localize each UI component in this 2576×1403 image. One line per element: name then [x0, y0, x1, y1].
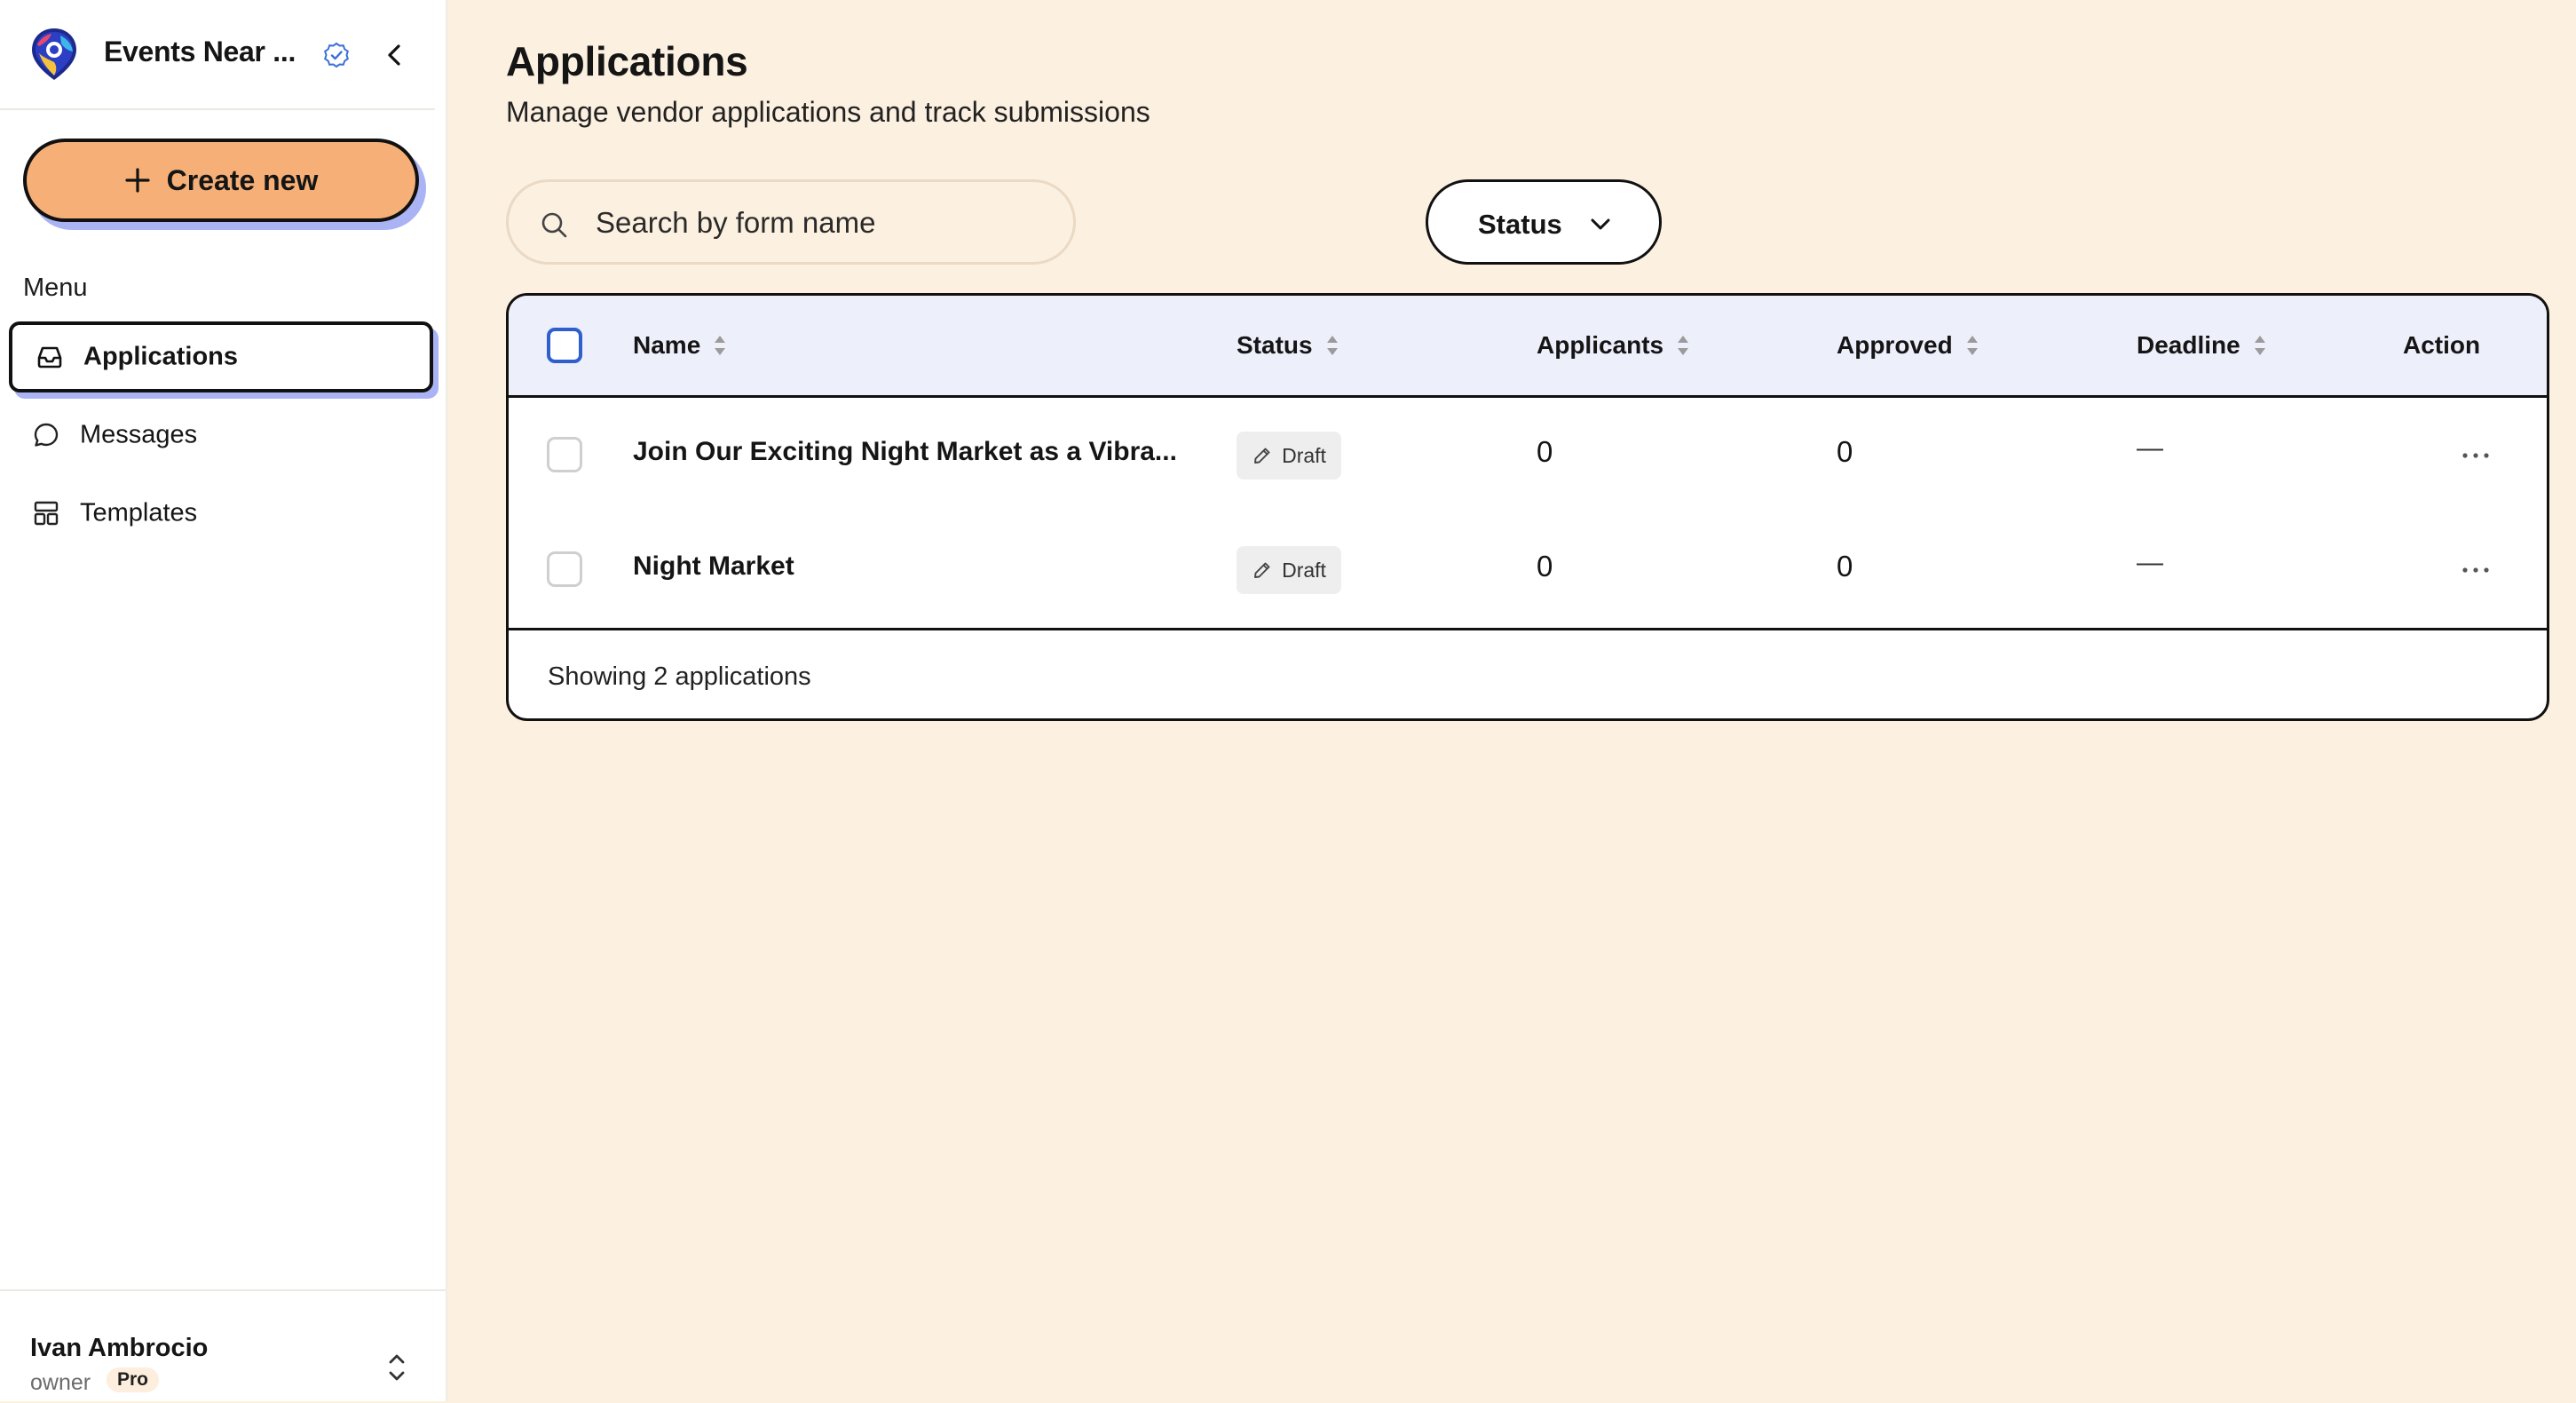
inbox-icon — [37, 346, 62, 369]
deadline-value: — — [2137, 433, 2163, 463]
layout-template-icon — [34, 501, 59, 526]
table-footer: Showing 2 applications — [509, 630, 2547, 718]
status-filter-label: Status — [1478, 209, 1562, 240]
approved-count: 0 — [1837, 435, 1853, 468]
column-header-name[interactable]: Name — [633, 331, 727, 360]
column-header-action: Action — [2403, 331, 2480, 360]
sidebar-item-templates[interactable]: Templates — [9, 478, 433, 549]
search-icon — [541, 212, 567, 238]
brand-header: Events Near ... — [0, 0, 435, 110]
row-checkbox[interactable] — [547, 437, 582, 472]
search-box[interactable] — [506, 179, 1076, 265]
select-all-checkbox[interactable] — [547, 328, 582, 363]
sidebar-item-label: Messages — [80, 420, 198, 449]
applications-table: Name Status Applicants Approved Deadline — [506, 293, 2549, 721]
sort-icon — [1966, 336, 1978, 355]
status-filter-dropdown[interactable]: Status — [1426, 179, 1662, 265]
sort-icon — [1678, 336, 1689, 355]
status-badge-label: Draft — [1282, 558, 1326, 582]
column-header-label: Approved — [1837, 331, 1953, 359]
pencil-icon — [1254, 562, 1270, 578]
column-header-label: Name — [633, 331, 701, 359]
page-subtitle: Manage vendor applications and track sub… — [506, 96, 1150, 128]
pencil-icon — [1254, 448, 1270, 464]
approved-count: 0 — [1837, 550, 1853, 583]
column-header-approved[interactable]: Approved — [1837, 331, 1979, 360]
status-badge: Draft — [1237, 432, 1341, 480]
status-badge: Draft — [1237, 546, 1341, 594]
application-name[interactable]: Night Market — [633, 551, 794, 582]
column-header-label: Applicants — [1537, 331, 1664, 359]
chevrons-up-down-icon[interactable] — [382, 1350, 412, 1385]
message-circle-icon — [34, 423, 59, 447]
table-row[interactable]: Join Our Exciting Night Market as a Vibr… — [509, 398, 2547, 514]
column-header-label: Status — [1237, 331, 1313, 359]
collapse-sidebar-chevron-left-icon[interactable] — [380, 40, 410, 70]
verified-badge-icon — [324, 42, 349, 68]
brand-logo-icon — [32, 28, 76, 80]
more-horizontal-icon[interactable] — [2458, 442, 2493, 469]
create-new-button[interactable]: Create new — [23, 139, 419, 222]
more-horizontal-icon[interactable] — [2458, 557, 2493, 583]
column-header-status[interactable]: Status — [1237, 331, 1339, 360]
chevron-down-icon — [1591, 218, 1610, 230]
sort-icon — [715, 336, 726, 355]
plan-badge: Pro — [107, 1367, 160, 1392]
row-checkbox[interactable] — [547, 551, 582, 587]
table-row[interactable]: Night Market Draft 0 0 — — [509, 512, 2547, 630]
user-name: Ivan Ambrocio — [30, 1334, 209, 1362]
brand-name: Events Near ... — [104, 36, 296, 67]
sidebar-item-label: Templates — [80, 498, 198, 527]
user-profile[interactable]: Ivan Ambrocio owner Pro — [0, 1289, 446, 1403]
table-header: Name Status Applicants Approved Deadline — [509, 296, 2547, 398]
column-header-label: Deadline — [2137, 331, 2240, 359]
sidebar-item-applications[interactable]: Applications — [9, 321, 433, 392]
applicants-count: 0 — [1537, 435, 1553, 468]
app-window: Events Near ... Create new Menu Applicat… — [0, 0, 2576, 1401]
menu-heading: Menu — [23, 273, 88, 302]
search-input[interactable] — [594, 182, 1059, 264]
applicants-count: 0 — [1537, 550, 1553, 583]
status-badge-label: Draft — [1282, 443, 1326, 467]
sidebar-item-label: Applications — [83, 342, 239, 371]
sort-icon — [1326, 336, 1338, 355]
page-title: Applications — [506, 38, 748, 84]
sidebar-item-messages[interactable]: Messages — [9, 400, 433, 471]
user-role: owner — [30, 1370, 91, 1395]
column-header-deadline[interactable]: Deadline — [2137, 331, 2267, 360]
main-content: Applications Manage vendor applications … — [447, 0, 2576, 1401]
sidebar: Events Near ... Create new Menu Applicat… — [0, 0, 447, 1401]
sort-icon — [2254, 336, 2265, 355]
plus-icon — [125, 168, 150, 193]
column-header-applicants[interactable]: Applicants — [1537, 331, 1690, 360]
create-new-label: Create new — [166, 163, 319, 196]
deadline-value: — — [2137, 548, 2163, 577]
results-count: Showing 2 applications — [548, 662, 811, 691]
application-name[interactable]: Join Our Exciting Night Market as a Vibr… — [633, 437, 1177, 467]
column-header-label: Action — [2403, 331, 2481, 359]
